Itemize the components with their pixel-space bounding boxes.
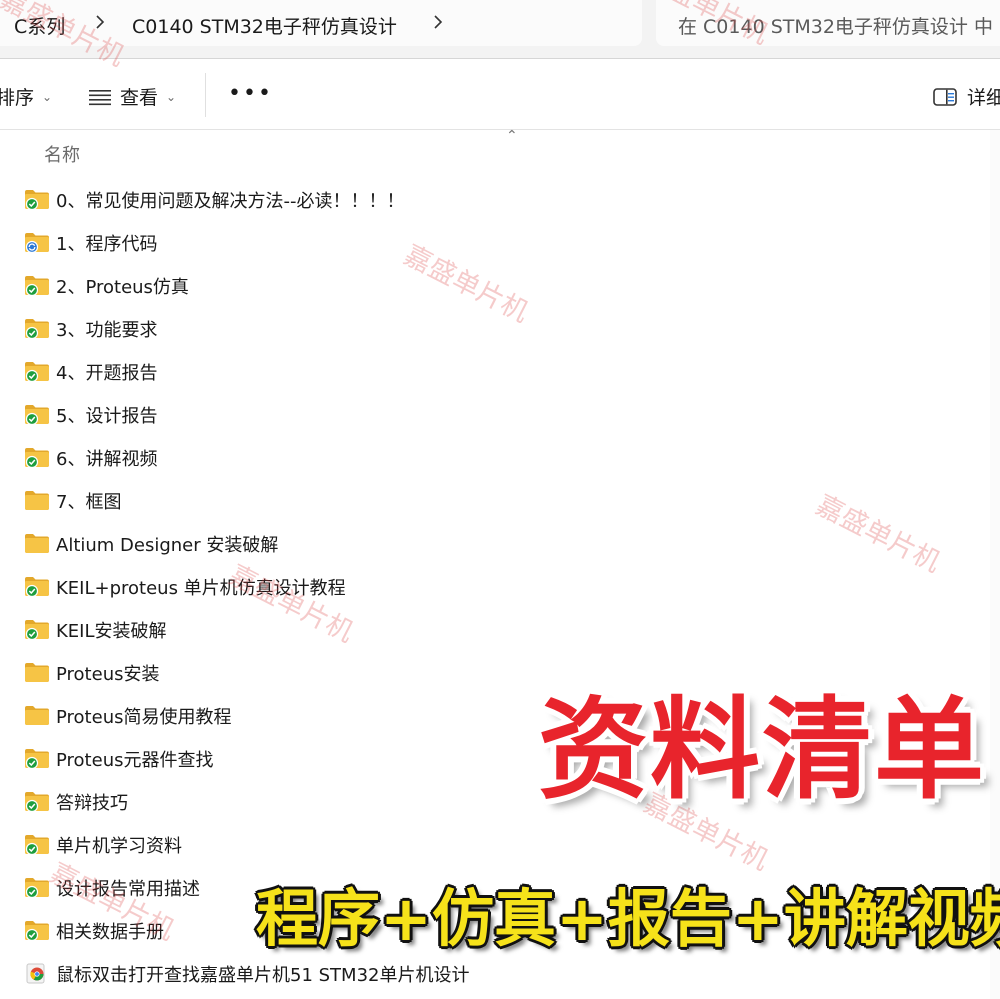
- list-item-name: 设计报告常用描述: [56, 879, 200, 900]
- list-item-name: Proteus安装: [56, 664, 160, 685]
- folder-icon: [24, 661, 50, 683]
- list-item-folder[interactable]: 4、开题报告: [0, 349, 990, 392]
- list-item-name: KEIL+proteus 单片机仿真设计教程: [56, 578, 346, 599]
- folder-icon: [24, 704, 50, 726]
- command-bar: 排序 ⌄ 查看 ⌄ ••• 详细: [0, 59, 1000, 130]
- search-input[interactable]: 在 C0140 STM32电子秤仿真设计 中: [678, 12, 993, 39]
- more-options-button[interactable]: •••: [228, 81, 273, 106]
- chevron-down-icon: ⌄: [166, 90, 177, 104]
- list-item-folder[interactable]: 7、框图: [0, 478, 990, 521]
- list-item-name: 答辩技巧: [56, 793, 128, 814]
- breadcrumb-item-current-folder[interactable]: C0140 STM32电子秤仿真设计: [132, 12, 397, 39]
- list-item-name: KEIL安装破解: [56, 621, 167, 642]
- search-box[interactable]: 在 C0140 STM32电子秤仿真设计 中: [656, 0, 1000, 46]
- folder-sync-icon: [24, 919, 50, 942]
- folder-sync-icon: [24, 274, 50, 297]
- breadcrumb[interactable]: C系列 C0140 STM32电子秤仿真设计: [0, 0, 642, 46]
- list-item-name: Proteus元器件查找: [56, 750, 214, 771]
- folder-icon: [24, 489, 50, 511]
- list-item-name: Proteus简易使用教程: [56, 707, 232, 728]
- list-item-folder[interactable]: KEIL安装破解: [0, 607, 990, 650]
- list-item-name: 6、讲解视频: [56, 449, 158, 470]
- sort-ascending-icon: ⌃: [506, 128, 518, 144]
- view-list-icon: [89, 90, 111, 106]
- folder-sync-icon: [24, 446, 50, 469]
- folder-sync-icon: [24, 876, 50, 899]
- list-item-folder[interactable]: 0、常见使用问题及解决方法--必读！！！！: [0, 177, 990, 220]
- toolbar-divider: [205, 73, 206, 117]
- view-button[interactable]: 查看 ⌄: [88, 83, 176, 110]
- folder-icon: [24, 532, 50, 554]
- details-label: 详细: [967, 87, 1000, 109]
- list-item-name: 4、开题报告: [56, 363, 158, 384]
- list-item-folder[interactable]: KEIL+proteus 单片机仿真设计教程: [0, 564, 990, 607]
- folder-sync-icon: [24, 618, 50, 641]
- view-label: 查看: [120, 87, 159, 109]
- list-item-folder[interactable]: 6、讲解视频: [0, 435, 990, 478]
- list-item-name: 5、设计报告: [56, 406, 158, 427]
- list-item-name: 相关数据手册: [56, 922, 164, 943]
- folder-sync-icon: [24, 747, 50, 770]
- breadcrumb-item-series[interactable]: C系列: [14, 12, 65, 39]
- list-item-name: 3、功能要求: [56, 320, 158, 341]
- chevron-right-icon[interactable]: [430, 13, 446, 31]
- folder-sync-icon: [24, 790, 50, 813]
- address-bar: C系列 C0140 STM32电子秤仿真设计 在 C0140 STM32电子秤仿…: [0, 0, 1000, 59]
- folder-sync-icon: [24, 317, 50, 340]
- folder-syncing-icon: [24, 231, 50, 254]
- list-item-name: 7、框图: [56, 492, 122, 513]
- folder-sync-icon: [24, 188, 50, 211]
- chevron-down-icon: ⌄: [42, 90, 53, 104]
- folder-sync-icon: [24, 575, 50, 598]
- list-item-folder[interactable]: 1、程序代码: [0, 220, 990, 263]
- list-item-folder[interactable]: 3、功能要求: [0, 306, 990, 349]
- sort-button[interactable]: 排序 ⌄: [0, 83, 52, 110]
- folder-sync-icon: [24, 833, 50, 856]
- list-item-name: 鼠标双击打开查找嘉盛单片机51 STM32单片机设计: [56, 965, 470, 986]
- list-item-folder[interactable]: 单片机学习资料: [0, 822, 990, 865]
- folder-sync-icon: [24, 403, 50, 426]
- browser-link-icon: [24, 962, 50, 984]
- banner-subtitle: 程序+仿真+报告+讲解视频: [256, 882, 1000, 955]
- chevron-right-icon[interactable]: [92, 13, 108, 31]
- folder-sync-icon: [24, 360, 50, 383]
- list-item-name: 1、程序代码: [56, 234, 158, 255]
- list-item-folder[interactable]: Altium Designer 安装破解: [0, 521, 990, 564]
- sort-label: 排序: [0, 87, 35, 109]
- list-item-name: 2、Proteus仿真: [56, 277, 189, 298]
- list-item-name: 单片机学习资料: [56, 836, 182, 857]
- list-item-folder[interactable]: 5、设计报告: [0, 392, 990, 435]
- list-item-folder[interactable]: 2、Proteus仿真: [0, 263, 990, 306]
- details-pane-icon: [933, 88, 957, 106]
- list-item-name: 0、常见使用问题及解决方法--必读！！！！: [56, 191, 405, 212]
- column-header-name[interactable]: 名称: [44, 141, 80, 167]
- banner-title: 资料清单: [538, 686, 986, 814]
- list-item-name: Altium Designer 安装破解: [56, 535, 279, 556]
- details-pane-button[interactable]: 详细: [933, 83, 1000, 110]
